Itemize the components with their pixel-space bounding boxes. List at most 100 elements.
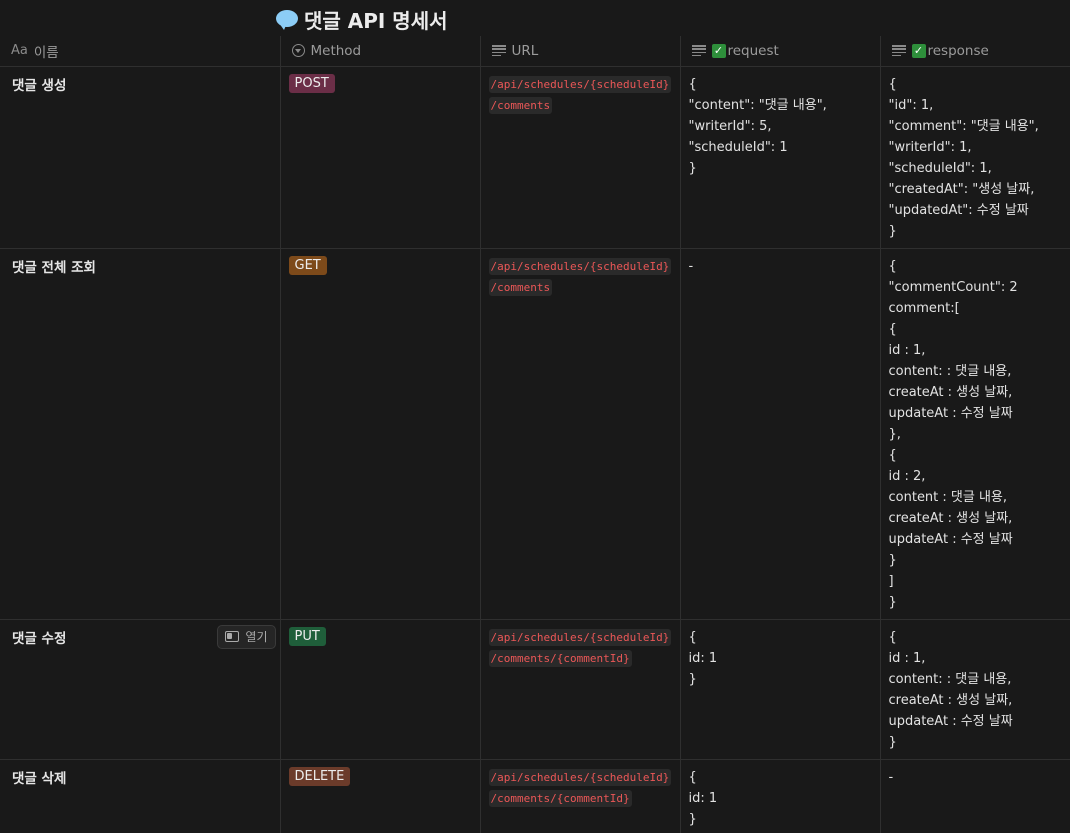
response-line: id : 1, <box>888 650 926 666</box>
url-line: /comments <box>488 278 553 296</box>
response-line: updateAt : 수정 날짜 <box>888 531 1013 547</box>
cell-method[interactable]: POST <box>280 66 481 249</box>
table-row[interactable]: 댓글 전체 조회 GET/api/schedules/{scheduleId} /c… <box>0 248 1070 620</box>
text-property-icon <box>491 45 506 57</box>
url-code: /api/schedules/{scheduleId} /comments/{co… <box>488 627 672 669</box>
cell-url[interactable]: /api/schedules/{scheduleId} /comments/{co… <box>480 619 681 760</box>
response-body: { id : 1, content: : 댓글 내용, createAt : 생성 날… <box>889 627 1063 753</box>
speech-bubble-icon <box>276 9 298 30</box>
response-line: "scheduleId": 1, <box>888 160 992 176</box>
cell-url[interactable]: /api/schedules/{scheduleId} /comments <box>480 248 681 620</box>
cell-request[interactable]: { id: 1} <box>680 759 881 833</box>
cell-method[interactable]: PUT <box>280 619 481 760</box>
column-header-response[interactable]: ✓ response <box>880 36 1070 67</box>
response-line: - <box>888 769 894 785</box>
request-line: { <box>688 76 697 92</box>
cell-method[interactable]: GET <box>280 248 481 620</box>
table-row[interactable]: 댓글 삭제 DELETE/api/schedules/{scheduleId} /c… <box>0 759 1070 833</box>
response-body: {"id": 1, "comment": "댓글 내용", "writerId": … <box>889 74 1063 242</box>
url-line: /api/schedules/{scheduleId} <box>488 257 672 275</box>
column-label: 이름 <box>33 44 59 61</box>
method-tag: DELETE <box>288 766 351 786</box>
response-line: content: : 댓글 내용, <box>888 363 1012 379</box>
cell-name[interactable]: 댓글 전체 조회 <box>0 248 281 620</box>
page-header: 댓글 API 명세서 <box>0 0 1070 36</box>
response-line: "writerId": 1, <box>888 139 972 155</box>
url-line: /api/schedules/{scheduleId} <box>488 768 672 786</box>
request-line: id: 1 <box>688 650 718 666</box>
response-line: ] <box>888 573 894 589</box>
column-header-name[interactable]: Aa 이름 <box>0 36 281 67</box>
method-tag: PUT <box>288 626 326 646</box>
request-line: { <box>688 769 697 785</box>
response-line: content: : 댓글 내용, <box>888 671 1012 687</box>
request-line: - <box>688 258 694 274</box>
cell-method[interactable]: DELETE <box>280 759 481 833</box>
response-line: { <box>888 629 897 645</box>
table-row[interactable]: 댓글 수정 열기 PUT/api/schedules/{scheduleId} /co… <box>0 619 1070 760</box>
page-title: 댓글 API 명세서 <box>276 5 448 34</box>
request-line: { <box>688 629 697 645</box>
url-line: /comments <box>488 96 553 114</box>
cell-url[interactable]: /api/schedules/{scheduleId} /comments/{co… <box>480 759 681 833</box>
cell-url[interactable]: /api/schedules/{scheduleId} /comments <box>480 66 681 249</box>
checkbox-checked-icon: ✓ <box>911 43 926 58</box>
response-line: { <box>888 76 897 92</box>
response-body: - <box>889 767 1063 788</box>
cell-name[interactable]: 댓글 생성 <box>0 66 281 249</box>
column-label: request <box>727 42 779 59</box>
open-button-label: 열기 <box>245 630 268 644</box>
column-header-method[interactable]: Method <box>280 36 481 67</box>
cell-response[interactable]: {"commentCount": 2 comment:[{id : 1, conte… <box>880 248 1070 620</box>
column-label: Method <box>310 42 362 59</box>
request-line: } <box>688 811 697 827</box>
column-header-url[interactable]: URL <box>480 36 681 67</box>
row-title: 댓글 생성 <box>12 77 67 94</box>
cell-request[interactable]: {"content": "댓글 내용", "writerId": 5, "sched… <box>680 66 881 249</box>
cell-request[interactable]: {id: 1} <box>680 619 881 760</box>
request-body: {id: 1} <box>689 627 872 690</box>
url-line: /comments/{commentId} <box>488 649 632 667</box>
response-body: {"commentCount": 2 comment:[{id : 1, conte… <box>889 256 1063 613</box>
response-line: { <box>888 321 897 337</box>
response-line: { <box>888 258 897 274</box>
response-line: updateAt : 수정 날짜 <box>888 405 1013 421</box>
url-code: /api/schedules/{scheduleId} /comments <box>488 74 672 116</box>
response-line: }, <box>888 426 901 442</box>
row-title: 댓글 전체 조회 <box>12 259 96 276</box>
column-label: URL <box>511 42 539 59</box>
cell-response[interactable]: {"id": 1, "comment": "댓글 내용", "writerId": … <box>880 66 1070 249</box>
request-body: - <box>689 256 872 277</box>
response-line: { <box>888 447 897 463</box>
response-line: id : 2, <box>888 468 926 484</box>
response-line: createAt : 생성 날짜, <box>888 692 1013 708</box>
side-peek-icon <box>225 631 240 642</box>
request-line: id: 1 <box>688 790 718 806</box>
response-line: "commentCount": 2 <box>888 279 1018 295</box>
text-property-icon <box>891 45 906 57</box>
column-label: response <box>927 42 989 59</box>
table-header-row: Aa 이름 Method URL ✓ request ✓ response <box>0 36 1070 67</box>
request-line: "writerId": 5, <box>688 118 772 134</box>
response-line: } <box>888 594 897 610</box>
cell-request[interactable]: - <box>680 248 881 620</box>
url-code: /api/schedules/{scheduleId} /comments <box>488 256 672 298</box>
request-body: {"content": "댓글 내용", "writerId": 5, "sched… <box>689 74 872 179</box>
page-title-text: 댓글 API 명세서 <box>304 9 448 33</box>
cell-response[interactable]: - <box>880 759 1070 833</box>
row-title: 댓글 삭제 <box>12 770 67 787</box>
cell-response[interactable]: { id : 1, content: : 댓글 내용, createAt : 생성 날… <box>880 619 1070 760</box>
request-line: } <box>688 160 697 176</box>
open-page-button[interactable]: 열기 <box>217 624 276 649</box>
cell-name[interactable]: 댓글 수정 열기 <box>0 619 281 760</box>
response-line: createAt : 생성 날짜, <box>888 384 1013 400</box>
column-header-request[interactable]: ✓ request <box>680 36 881 67</box>
response-line: comment:[ <box>888 300 960 316</box>
cell-name[interactable]: 댓글 삭제 <box>0 759 281 833</box>
url-code: /api/schedules/{scheduleId} /comments/{co… <box>488 767 672 809</box>
response-line: "comment": "댓글 내용", <box>888 118 1039 134</box>
method-tag: GET <box>288 255 327 275</box>
table-row[interactable]: 댓글 생성 POST/api/schedules/{scheduleId} /com… <box>0 66 1070 249</box>
response-line: createAt : 생성 날짜, <box>888 510 1013 526</box>
request-body: { id: 1} <box>689 767 872 830</box>
